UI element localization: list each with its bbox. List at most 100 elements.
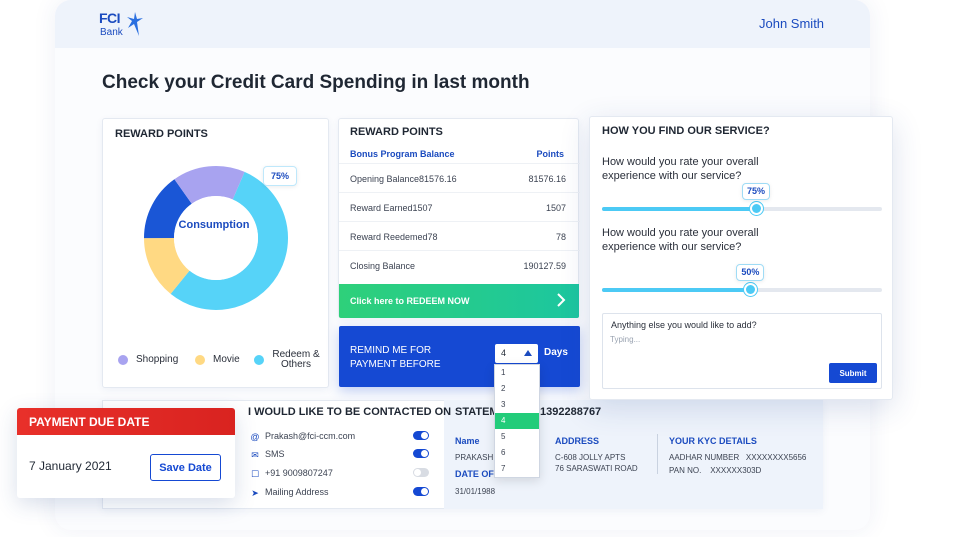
service-survey-card: HOW YOU FIND OUR SERVICE? How would you …	[589, 116, 893, 400]
contact-option-phone: ☐ +91 9009807247	[250, 467, 430, 483]
phone-toggle[interactable]	[413, 468, 429, 477]
rating-slider[interactable]: 75%	[602, 183, 882, 215]
row-label: Reward Reedemed78	[350, 232, 438, 242]
contact-option-mail: ➤ Mailing Address	[250, 486, 430, 502]
payment-due-card: PAYMENT DUE DATE 7 January 2021 Save Dat…	[17, 408, 235, 498]
contact-label: +91 9009807247	[265, 468, 333, 478]
address-line-2: 76 SARASWATI ROAD	[555, 464, 638, 473]
selected-days-value: 4	[501, 348, 507, 358]
dropdown-option[interactable]: 2	[495, 381, 539, 397]
card-title: HOW YOU FIND OUR SERVICE?	[602, 125, 770, 137]
name-value: PRAKASH	[455, 453, 494, 462]
bank-logo[interactable]: FCI Bank	[99, 10, 147, 42]
top-bar	[55, 0, 870, 48]
card-title: REWARD POINTS	[350, 126, 443, 138]
dropdown-option[interactable]: 1	[495, 365, 539, 381]
rating-slider[interactable]: 50%	[602, 264, 882, 296]
contact-preferences-title: I WOULD LIKE TO BE CONTACTED ON	[248, 406, 452, 418]
reminder-label: REMIND ME FOR PAYMENT BEFORE	[350, 345, 441, 370]
statement-title: STATEM	[455, 406, 499, 418]
message-icon: ✉	[251, 450, 259, 460]
address-label: ADDRESS	[555, 436, 600, 446]
donut-slice-shopping	[174, 166, 245, 205]
reminder-days-select[interactable]: 4	[495, 344, 538, 363]
slider-fill	[602, 207, 756, 211]
sms-toggle[interactable]	[413, 449, 429, 458]
chevron-right-icon	[557, 293, 566, 307]
name-label: Name	[455, 436, 480, 446]
legend-dot	[254, 355, 264, 365]
at-sign-icon: @	[250, 432, 260, 442]
contact-label: SMS	[265, 449, 285, 459]
redeem-label: Click here to REDEEM NOW	[350, 296, 470, 306]
slider-value-badge: 75%	[742, 183, 770, 200]
row-value: 78	[555, 232, 566, 242]
slider-handle[interactable]	[744, 283, 758, 296]
survey-question: How would you rate your overall experien…	[602, 227, 759, 253]
dob-value: 31/01/1988	[455, 487, 496, 496]
dob-label: DATE OF	[455, 469, 494, 479]
logo-text: FCI	[99, 10, 121, 26]
reward-points-chart-card: REWARD POINTS Consumption 75% Shopping M…	[102, 118, 329, 388]
slider-handle[interactable]	[750, 202, 763, 215]
kyc-label: YOUR KYC DETAILS	[669, 436, 757, 446]
table-row: Reward Earned1507 1507	[339, 192, 580, 220]
table-row: Opening Balance81576.16 81576.16	[339, 163, 580, 191]
dropdown-option[interactable]: 5	[495, 429, 539, 445]
comment-label: Anything else you would like to add?	[611, 320, 757, 330]
dropdown-option[interactable]: 4	[495, 413, 539, 429]
mail-toggle[interactable]	[413, 487, 429, 496]
donut-hole	[174, 196, 258, 280]
legend-dot	[118, 355, 128, 365]
row-label: Reward Earned1507	[350, 203, 433, 213]
save-date-button[interactable]: Save Date	[150, 454, 221, 481]
legend-label: Shopping	[136, 354, 179, 365]
page-title: Check your Credit Card Spending in last …	[102, 72, 530, 93]
survey-question: How would you rate your overall experien…	[602, 156, 759, 182]
pan-value: PAN NO. XXXXXX303D	[669, 466, 762, 475]
logo-subtext: Bank	[100, 27, 123, 38]
dropdown-option[interactable]: 6	[495, 445, 539, 461]
user-name[interactable]: John Smith	[759, 16, 824, 31]
contact-option-email: @ Prakash@fci-ccm.com	[250, 430, 430, 446]
redeem-now-button[interactable]: Click here to REDEEM NOW	[339, 284, 579, 318]
reminder-days-dropdown: 1234567	[494, 364, 540, 478]
chart-legend: Shopping Movie Redeem & Others	[118, 349, 328, 376]
column-header-points: Points	[536, 149, 564, 159]
payment-reminder-panel: REMIND ME FOR PAYMENT BEFORE 4 Days	[339, 326, 580, 387]
legend-label: Movie	[213, 354, 240, 365]
dropdown-option[interactable]: 7	[495, 461, 539, 477]
table-row: Closing Balance 190127.59	[339, 250, 580, 278]
row-value: 81576.16	[528, 174, 566, 184]
caret-up-icon	[524, 350, 532, 356]
payment-due-header: PAYMENT DUE DATE	[17, 408, 235, 435]
statement-phone: 1392288767	[540, 406, 602, 418]
column-header-program: Bonus Program Balance	[350, 149, 455, 159]
row-value: 190127.59	[523, 261, 566, 271]
donut-center-label: Consumption	[178, 219, 250, 231]
logo-figure-icon	[127, 12, 143, 36]
payment-due-title: PAYMENT DUE DATE	[29, 415, 150, 429]
card-title: REWARD POINTS	[115, 128, 208, 140]
row-label: Opening Balance81576.16	[350, 174, 457, 184]
row-label: Closing Balance	[350, 261, 416, 271]
comment-input[interactable]	[610, 331, 810, 347]
dropdown-option[interactable]: 3	[495, 397, 539, 413]
send-icon: ➤	[251, 488, 259, 498]
payment-due-date: 7 January 2021	[29, 459, 112, 473]
contact-label: Mailing Address	[265, 487, 329, 497]
email-toggle[interactable]	[413, 431, 429, 440]
contact-label: Prakash@fci-ccm.com	[265, 431, 356, 441]
days-unit-label: Days	[544, 347, 568, 358]
divider	[657, 434, 658, 474]
percent-badge: 75%	[263, 166, 297, 186]
slider-value-badge: 50%	[736, 264, 765, 281]
legend-dot	[195, 355, 205, 365]
table-row: Reward Reedemed78 78	[339, 221, 580, 249]
aadhar-value: AADHAR NUMBER XXXXXXXX5656	[669, 453, 807, 462]
row-value: 1507	[545, 203, 566, 213]
phone-icon: ☐	[250, 469, 260, 479]
legend-label: Redeem & Others	[272, 349, 320, 370]
submit-button[interactable]: Submit	[829, 363, 877, 383]
contact-option-sms: ✉ SMS	[250, 448, 430, 464]
